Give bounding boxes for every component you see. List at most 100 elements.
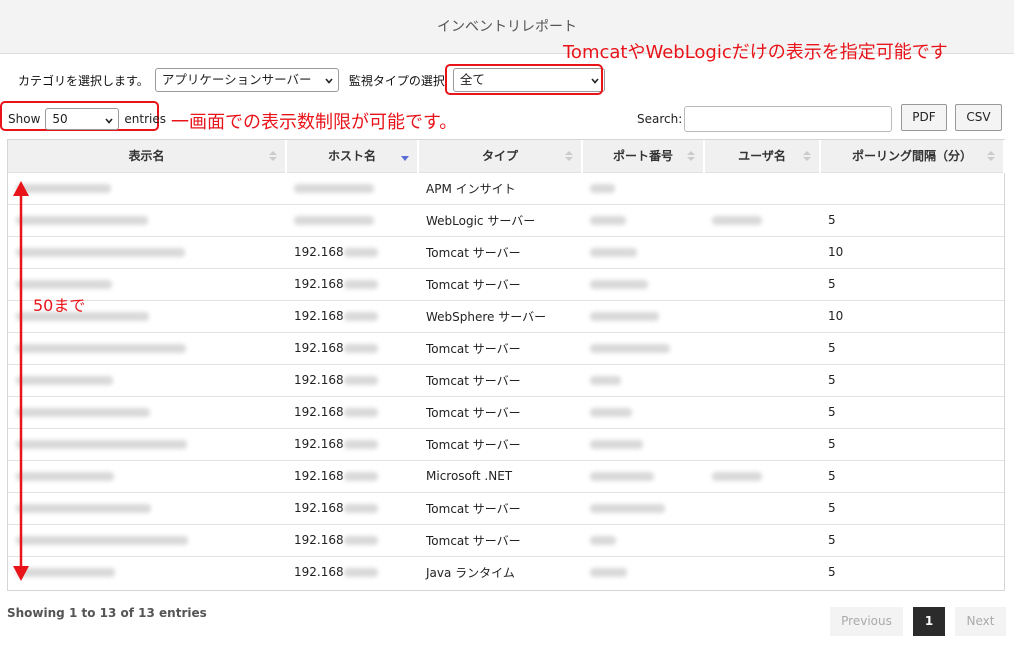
port-cell [582, 299, 704, 332]
column-header[interactable]: ポーリング間隔（分） [820, 140, 1005, 172]
user-name-cell [704, 171, 820, 204]
redacted-value [343, 280, 378, 289]
table-row[interactable]: 192.168 Microsoft .NET 5 [8, 459, 1004, 492]
type-cell-text: Tomcat サーバー [426, 501, 521, 516]
polling-interval-cell: 5 [820, 395, 1004, 428]
column-header[interactable]: 表示名 [8, 140, 287, 172]
type-cell-text: Tomcat サーバー [426, 373, 521, 388]
sort-both-icon [687, 151, 695, 161]
polling-interval-cell-text: 5 [828, 341, 836, 355]
column-header[interactable]: タイプ [418, 140, 583, 172]
pdf-button[interactable]: PDF [901, 104, 947, 131]
redacted-value [343, 440, 378, 449]
annotation-max-rows: 50まで [33, 296, 86, 315]
redacted-value [16, 216, 148, 225]
host-name-cell: 192.168 [286, 363, 418, 396]
host-name-cell: 192.168 [286, 331, 418, 364]
column-header-label: ユーザ名 [738, 149, 786, 164]
search-input[interactable] [684, 106, 893, 132]
redacted-value [343, 536, 378, 545]
table-row[interactable]: 192.168 Tomcat サーバー 5 [8, 331, 1004, 364]
host-name-cell: 192.168 [286, 555, 418, 588]
sort-both-icon [987, 151, 995, 161]
page-1-button[interactable]: 1 [913, 607, 945, 636]
sort-both-icon [565, 151, 573, 161]
type-cell-text: WebSphere サーバー [426, 309, 547, 324]
category-select[interactable]: アプリケーションサーバー [154, 68, 339, 92]
polling-interval-cell-text: 5 [828, 469, 836, 483]
redacted-value [590, 568, 627, 578]
redacted-value [16, 248, 185, 257]
user-name-cell [704, 555, 820, 588]
polling-interval-cell: 10 [820, 299, 1004, 332]
host-name-cell-text: 192.168 [294, 533, 344, 547]
host-name-cell-text: 192.168 [294, 501, 344, 515]
table-row[interactable]: 192.168 Tomcat サーバー 5 [8, 363, 1004, 396]
sort-both-icon [803, 151, 811, 161]
annotation-page-length: 一画面での表示数制限が可能です。 [171, 112, 458, 133]
csv-button[interactable]: CSV [955, 104, 1002, 131]
category-label: カテゴリを選択します。 [18, 73, 149, 88]
entries-label: entries [124, 112, 166, 126]
table-row[interactable]: WebLogic サーバー 5 [8, 203, 1004, 236]
host-name-cell-text: 192.168 [294, 245, 344, 259]
type-cell-text: Tomcat サーバー [426, 437, 521, 452]
redacted-value [590, 312, 659, 321]
port-cell [582, 427, 704, 460]
type-cell: Tomcat サーバー [418, 395, 582, 428]
host-name-cell-text: 192.168 [294, 277, 344, 291]
host-name-cell [286, 203, 418, 236]
table-row[interactable]: 192.168 Tomcat サーバー 10 [8, 235, 1004, 268]
port-cell [582, 331, 704, 364]
table-row[interactable]: 192.168 Tomcat サーバー 5 [8, 427, 1004, 460]
page-length-select[interactable]: 50 [45, 108, 120, 130]
display-name-cell [8, 555, 286, 588]
type-cell-text: Java ランタイム [426, 565, 515, 580]
user-name-cell [704, 395, 820, 428]
table-header-row: 表示名 ホスト名 タイプ ポート番号 ユーザ名 ポーリング間隔（分） [8, 140, 1005, 172]
column-header[interactable]: ホスト名 [286, 140, 419, 172]
polling-interval-cell-text: 10 [828, 245, 844, 259]
inventory-table: 表示名 ホスト名 タイプ ポート番号 ユーザ名 ポーリング間隔（分） APM インサイト W… [8, 140, 1005, 588]
host-name-cell: 192.168 [286, 267, 418, 300]
type-cell-text: Tomcat サーバー [426, 245, 521, 260]
polling-interval-cell: 5 [820, 459, 1004, 492]
port-cell [582, 235, 704, 268]
column-header[interactable]: ユーザ名 [704, 140, 821, 172]
inventory-table-wrapper: 表示名 ホスト名 タイプ ポート番号 ユーザ名 ポーリング間隔（分） APM インサイト W… [7, 139, 1005, 591]
redacted-value [16, 344, 186, 353]
user-name-cell [704, 363, 820, 396]
column-header[interactable]: ポート番号 [582, 140, 705, 172]
next-page-button[interactable]: Next [955, 607, 1006, 636]
table-row[interactable]: 192.168 Tomcat サーバー 5 [8, 395, 1004, 428]
polling-interval-cell: 10 [820, 235, 1004, 268]
port-cell [582, 171, 704, 204]
host-name-cell: 192.168 [286, 523, 418, 556]
redacted-value [590, 184, 615, 193]
search-label: Search: [637, 112, 683, 126]
redacted-value [343, 568, 378, 578]
display-name-cell [8, 171, 286, 204]
table-row[interactable]: 192.168 Tomcat サーバー 5 [8, 523, 1004, 556]
host-name-cell-text: 192.168 [294, 469, 344, 483]
table-row[interactable]: APM インサイト [8, 171, 1004, 204]
polling-interval-cell: 5 [820, 331, 1004, 364]
table-row[interactable]: 192.168 WebSphere サーバー 10 [8, 299, 1004, 332]
column-header-label: 表示名 [128, 149, 165, 164]
redacted-value [590, 408, 632, 417]
redacted-value [590, 280, 648, 289]
type-cell: Tomcat サーバー [418, 363, 582, 396]
previous-page-button[interactable]: Previous [830, 607, 903, 636]
type-cell: Tomcat サーバー [418, 523, 582, 556]
port-cell [582, 395, 704, 428]
page-length-value: 50 [52, 112, 68, 126]
redacted-value [590, 440, 643, 449]
host-name-cell-text: 192.168 [294, 565, 344, 580]
display-name-cell [8, 395, 286, 428]
table-row[interactable]: 192.168 Tomcat サーバー 5 [8, 267, 1004, 300]
column-header-label: ポーリング間隔（分） [851, 149, 972, 164]
table-row[interactable]: 192.168 Tomcat サーバー 5 [8, 491, 1004, 524]
sort-both-icon [269, 151, 277, 161]
table-row[interactable]: 192.168 Java ランタイム 5 [8, 555, 1004, 588]
user-name-cell [704, 491, 820, 524]
